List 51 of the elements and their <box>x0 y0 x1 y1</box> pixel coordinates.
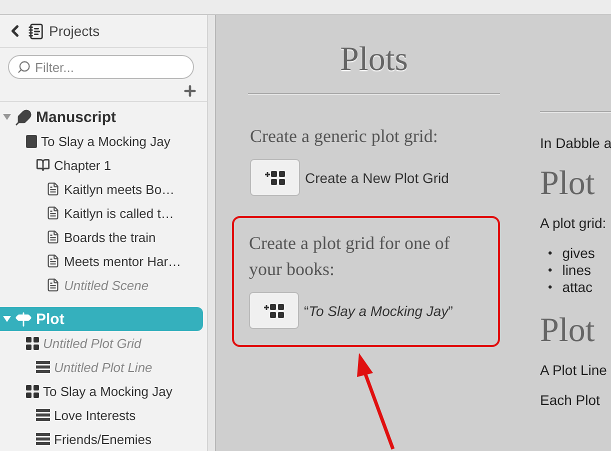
tree-item[interactable]: Chapter 1 <box>0 153 203 177</box>
lines-icon <box>36 361 50 373</box>
signpost-icon <box>15 310 32 328</box>
paragraph: Each Plot <box>540 392 601 408</box>
grid-icon <box>26 336 39 350</box>
open-book-icon <box>36 158 50 172</box>
tree-item[interactable]: Boards the train <box>0 225 203 249</box>
tree-item[interactable]: To Slay a Mocking Jay <box>0 129 203 153</box>
expanded-triangle-icon[interactable] <box>3 113 11 121</box>
lines-icon <box>36 409 50 421</box>
document-icon <box>46 182 60 196</box>
section-heading: Plot <box>540 312 596 350</box>
lines-icon <box>36 433 50 445</box>
tree-item[interactable]: Kaitlyn is called t… <box>0 201 203 225</box>
tree-item[interactable]: Meets mentor Har… <box>0 249 203 273</box>
filter-field[interactable]: Filter... <box>8 55 194 79</box>
expanded-triangle-icon[interactable] <box>3 315 11 323</box>
document-icon <box>46 278 60 292</box>
document-icon <box>46 206 60 220</box>
tree-item[interactable]: Friends/Enemies <box>0 427 203 451</box>
bullet-text: attac <box>562 279 593 296</box>
feather-icon <box>15 108 32 126</box>
notebook-icon <box>28 22 45 40</box>
add-grid-icon <box>264 304 284 318</box>
paragraph: A plot grid: <box>540 215 608 231</box>
tree-item[interactable]: To Slay a Mocking Jay <box>0 379 203 403</box>
new-plot-grid-button[interactable] <box>249 292 299 329</box>
projects-title: Projects <box>49 23 100 39</box>
plus-icon <box>182 83 198 99</box>
new-plot-grid-button[interactable] <box>250 159 300 196</box>
search-icon <box>17 60 31 74</box>
bullet-mark: • <box>548 245 552 262</box>
add-grid-icon <box>265 170 285 184</box>
section-heading: Plot <box>540 165 596 203</box>
tree-item[interactable]: Manuscript <box>0 105 203 129</box>
tree-item[interactable]: Love Interests <box>0 403 203 427</box>
grid-icon <box>26 384 39 398</box>
book-icon <box>26 134 37 148</box>
document-icon <box>46 230 60 244</box>
paragraph: A Plot Line <box>540 362 608 378</box>
page-title: Plots <box>338 41 410 79</box>
tree-item[interactable]: Kaitlyn meets Bo… <box>0 177 203 201</box>
button-caption: Create a New Plot Grid <box>305 170 449 186</box>
bullet-mark: • <box>548 262 552 279</box>
section-heading: Create a plot grid for one of your books: <box>249 232 451 281</box>
bullet-text: gives <box>562 245 595 262</box>
document-icon <box>46 254 60 268</box>
section-heading: Create a generic plot grid: <box>250 125 439 148</box>
button-caption: “To Slay a Mocking Jay” <box>304 302 453 318</box>
bullet-mark: • <box>548 279 552 296</box>
bullet-text: lines <box>562 262 591 279</box>
